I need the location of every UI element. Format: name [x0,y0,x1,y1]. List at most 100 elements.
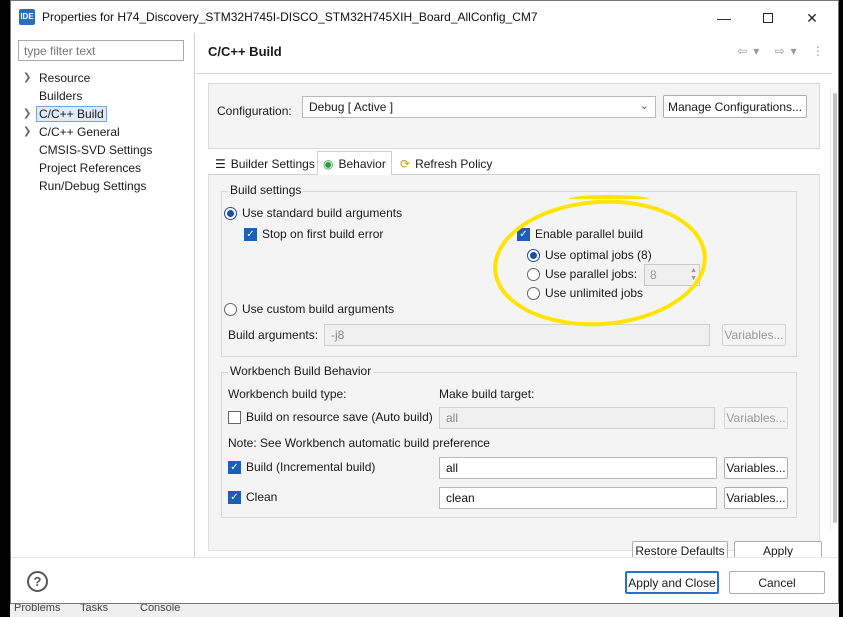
maximize-button[interactable] [746,5,790,31]
auto-build-checkbox[interactable]: Build on resource save (Auto build) [228,410,433,424]
make-build-target-label: Make build target: [439,387,534,401]
tree-item-label: Resource [39,71,91,85]
tasks-tab[interactable]: Tasks [80,604,108,614]
configuration-select[interactable]: Debug [ Active ] ⌄ [302,96,656,118]
more-menu-icon[interactable]: ⋮ [812,44,830,58]
checkmark-icon: ✓ [517,227,530,241]
configuration-label: Configuration: [217,104,292,118]
checkbox-label: Build on resource save (Auto build) [246,410,433,424]
property-page: C/C++ Build ⇦▾ ⇨▾ ⋮ Configuration: Debug… [196,33,838,561]
tree-item-resource[interactable]: ❯ Resource [21,69,152,87]
title-bar: IDE Properties for H74_Discovery_STM32H7… [11,1,838,33]
clean-target-input[interactable]: clean [439,487,717,509]
background-view-tabs: Problems Tasks Console [10,604,839,617]
chevron-right-icon[interactable]: ❯ [23,123,31,141]
use-optimal-jobs-radio[interactable]: Use optimal jobs (8) [527,248,652,262]
checkbox-indicator [228,410,241,424]
label-text: Workbench build type: [228,387,347,401]
checkbox-label: Clean [246,490,278,504]
checkbox-label: Build (Incremental build) [246,460,376,474]
window-title: Properties for H74_Discovery_STM32H745I-… [42,10,538,24]
workbench-build-type-label: Workbench build type: [228,387,347,401]
use-parallel-jobs-radio[interactable]: Use parallel jobs: [527,267,637,281]
radio-label: Use custom build arguments [242,302,395,316]
radio-label: Use unlimited jobs [545,286,644,300]
filter-input[interactable] [18,40,184,61]
parallel-jobs-spinner[interactable]: 8 ▲ ▼ [644,264,700,286]
build-arguments-input[interactable]: -j8 [324,324,710,346]
tree-item-cmsis-svd[interactable]: CMSIS-SVD Settings [21,141,152,159]
chevron-right-icon[interactable]: ❯ [23,105,31,123]
behavior-icon: ◉ [323,156,334,171]
tree-item-cpp-general[interactable]: ❯ C/C++ General [21,123,152,141]
console-tab[interactable]: Console [140,604,180,614]
refresh-policy-icon: ⟳ [400,157,411,171]
use-unlimited-jobs-radio[interactable]: Use unlimited jobs [527,286,643,300]
workbench-note: Note: See Workbench automatic build pref… [228,436,490,450]
build-args-variables-button[interactable]: Variables... [722,324,786,346]
tab-label: Refresh Policy [415,157,493,171]
tab-builder-settings[interactable]: ☰ Builder Settings [210,153,320,175]
scrollbar-thumb[interactable] [833,93,837,523]
tree-item-label: Builders [39,89,83,103]
manage-configurations-button[interactable]: Manage Configurations... [663,95,807,118]
builder-settings-icon: ☰ [215,157,226,171]
auto-build-target-input[interactable]: all [439,407,715,429]
minimize-icon: — [717,10,731,26]
tab-refresh-policy[interactable]: ⟳ Refresh Policy [395,153,497,175]
group-title: Workbench Build Behavior [228,364,374,378]
minimize-button[interactable]: — [702,5,746,31]
stop-on-error-checkbox[interactable]: ✓ Stop on first build error [244,227,383,241]
back-arrow-icon[interactable]: ⇦▾ [737,44,765,58]
tab-bar: ☰ Builder Settings ◉ Behavior ⟳ Refresh … [208,151,820,176]
radio-indicator [527,267,540,281]
tree-item-label: C/C++ Build [36,106,107,122]
checkmark-icon: ✓ [228,490,241,504]
enable-parallel-checkbox[interactable]: ✓ Enable parallel build [517,227,643,241]
tree-item-label: C/C++ General [39,125,120,139]
clean-checkbox[interactable]: ✓ Clean [228,490,277,504]
clean-variables-button[interactable]: Variables... [724,487,788,509]
help-icon[interactable]: ? [27,571,48,592]
chevron-down-icon: ⌄ [639,100,649,112]
spinner-arrows-icon[interactable]: ▲ ▼ [690,267,697,283]
preference-tree-panel: ❯ Resource Builders ❯ C/C++ Build ❯ C/C+… [11,33,195,557]
checkbox-label: Enable parallel build [535,227,644,241]
radio-label: Use optimal jobs (8) [545,248,652,262]
use-custom-radio[interactable]: Use custom build arguments [224,302,394,316]
tree-item-cpp-build[interactable]: ❯ C/C++ Build [21,105,152,123]
close-button[interactable]: ✕ [790,5,834,31]
tree-item-builders[interactable]: Builders [21,87,152,105]
workbench-build-behavior-group: Workbench Build Behavior Workbench build… [221,364,797,518]
radio-indicator [224,206,237,220]
label-text: Make build target: [439,387,535,401]
tab-label: Builder Settings [230,157,315,171]
group-title: Build settings [228,183,304,197]
header-divider [196,73,832,74]
spinner-value: 8 [650,268,657,282]
tree-item-label: Project References [39,161,142,175]
cancel-button[interactable]: Cancel [729,571,825,594]
radio-indicator [527,248,540,262]
preference-tree: ❯ Resource Builders ❯ C/C++ Build ❯ C/C+… [21,69,152,195]
dialog-footer: ? Apply and Close Cancel [11,557,838,603]
use-standard-radio[interactable]: Use standard build arguments [224,206,402,220]
build-settings-group: Build settings Use standard build argume… [221,183,797,357]
incremental-variables-button[interactable]: Variables... [724,457,788,479]
problems-tab[interactable]: Problems [14,604,60,614]
tree-item-label: CMSIS-SVD Settings [39,143,153,157]
radio-label: Use standard build arguments [242,206,403,220]
auto-build-variables-button[interactable]: Variables... [724,407,788,429]
apply-and-close-button[interactable]: Apply and Close [625,571,719,594]
forward-arrow-icon[interactable]: ⇨▾ [775,44,803,58]
history-nav: ⇦▾ ⇨▾ ⋮ [737,44,830,58]
configuration-value: Debug [ Active ] [309,100,394,114]
chevron-right-icon[interactable]: ❯ [23,69,31,87]
incremental-build-checkbox[interactable]: ✓ Build (Incremental build) [228,460,375,474]
properties-dialog: IDE Properties for H74_Discovery_STM32H7… [10,0,839,604]
tree-item-project-references[interactable]: Project References [21,159,152,177]
vertical-scrollbar[interactable] [830,89,838,529]
incremental-target-input[interactable]: all [439,457,717,479]
tree-item-run-debug[interactable]: Run/Debug Settings [21,177,152,195]
tab-behavior[interactable]: ◉ Behavior [317,151,392,176]
